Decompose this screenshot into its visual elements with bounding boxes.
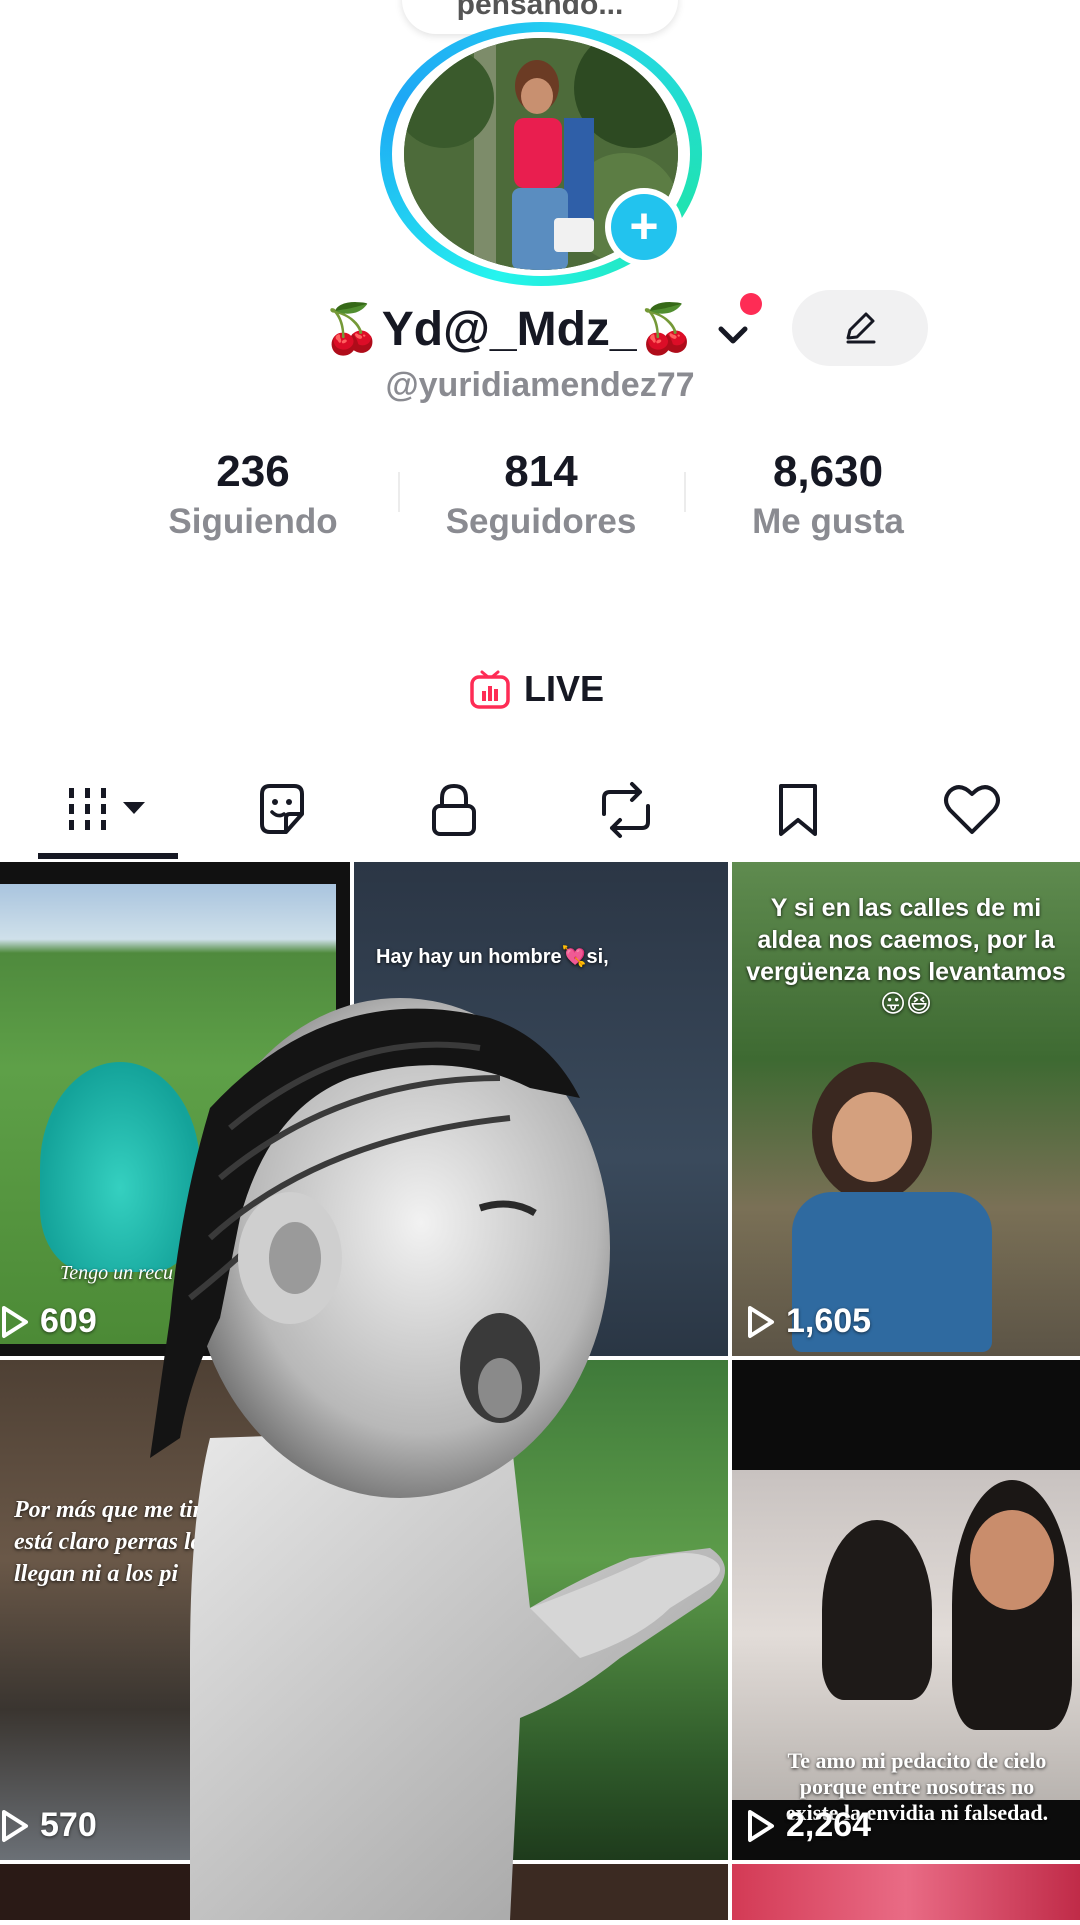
- stat-following[interactable]: 236 Siguiendo: [128, 446, 378, 546]
- view-count: 1,605: [746, 1302, 871, 1341]
- stat-divider: [684, 472, 686, 512]
- view-count: 609: [0, 1302, 97, 1341]
- pencil-icon: [846, 312, 876, 344]
- tab-reposts[interactable]: [540, 770, 712, 850]
- stat-followers[interactable]: 814 Seguidores: [416, 446, 666, 546]
- view-count: 2,264: [746, 1806, 871, 1845]
- heart-icon: [944, 785, 1000, 834]
- display-name[interactable]: 🍒Yd@_Mdz_🍒: [322, 296, 750, 364]
- edit-profile-button[interactable]: [792, 290, 928, 366]
- sticker-icon: [260, 784, 304, 834]
- live-icon: [470, 670, 510, 709]
- video-caption: Y si en las calles de mi aldea nos caemo…: [746, 894, 1066, 1018]
- stat-divider: [398, 472, 400, 512]
- lock-icon: [432, 783, 476, 836]
- play-icon: [748, 1809, 774, 1842]
- play-icon: [2, 1305, 28, 1338]
- tab-stickers[interactable]: [196, 770, 368, 850]
- child-sticker-overlay: [150, 958, 740, 1920]
- tab-liked[interactable]: [886, 770, 1058, 850]
- username[interactable]: @yuridiamendez77: [0, 366, 1080, 405]
- video-thumbnail[interactable]: [732, 1864, 1080, 1920]
- notification-dot: [740, 293, 762, 315]
- repost-icon: [602, 782, 650, 838]
- play-icon: [2, 1809, 28, 1842]
- tab-private[interactable]: [368, 770, 540, 850]
- play-icon: [748, 1305, 774, 1338]
- grid-icon: [69, 788, 145, 830]
- video-thumbnail[interactable]: Y si en las calles de mi aldea nos caemo…: [732, 862, 1080, 1356]
- tab-favorites[interactable]: [712, 770, 884, 850]
- view-count: 570: [0, 1806, 97, 1845]
- bookmark-icon: [779, 784, 817, 836]
- status-text: pensando...: [456, 0, 624, 21]
- tab-videos[interactable]: [22, 770, 194, 850]
- video-thumbnail[interactable]: Te amo mi pedacito de cielo porque entre…: [732, 1360, 1080, 1860]
- live-button[interactable]: LIVE: [468, 664, 604, 714]
- stat-likes[interactable]: 8,630 Me gusta: [703, 446, 953, 546]
- active-tab-indicator: [38, 853, 178, 859]
- add-story-button[interactable]: +: [611, 194, 677, 260]
- plus-icon: +: [629, 198, 659, 254]
